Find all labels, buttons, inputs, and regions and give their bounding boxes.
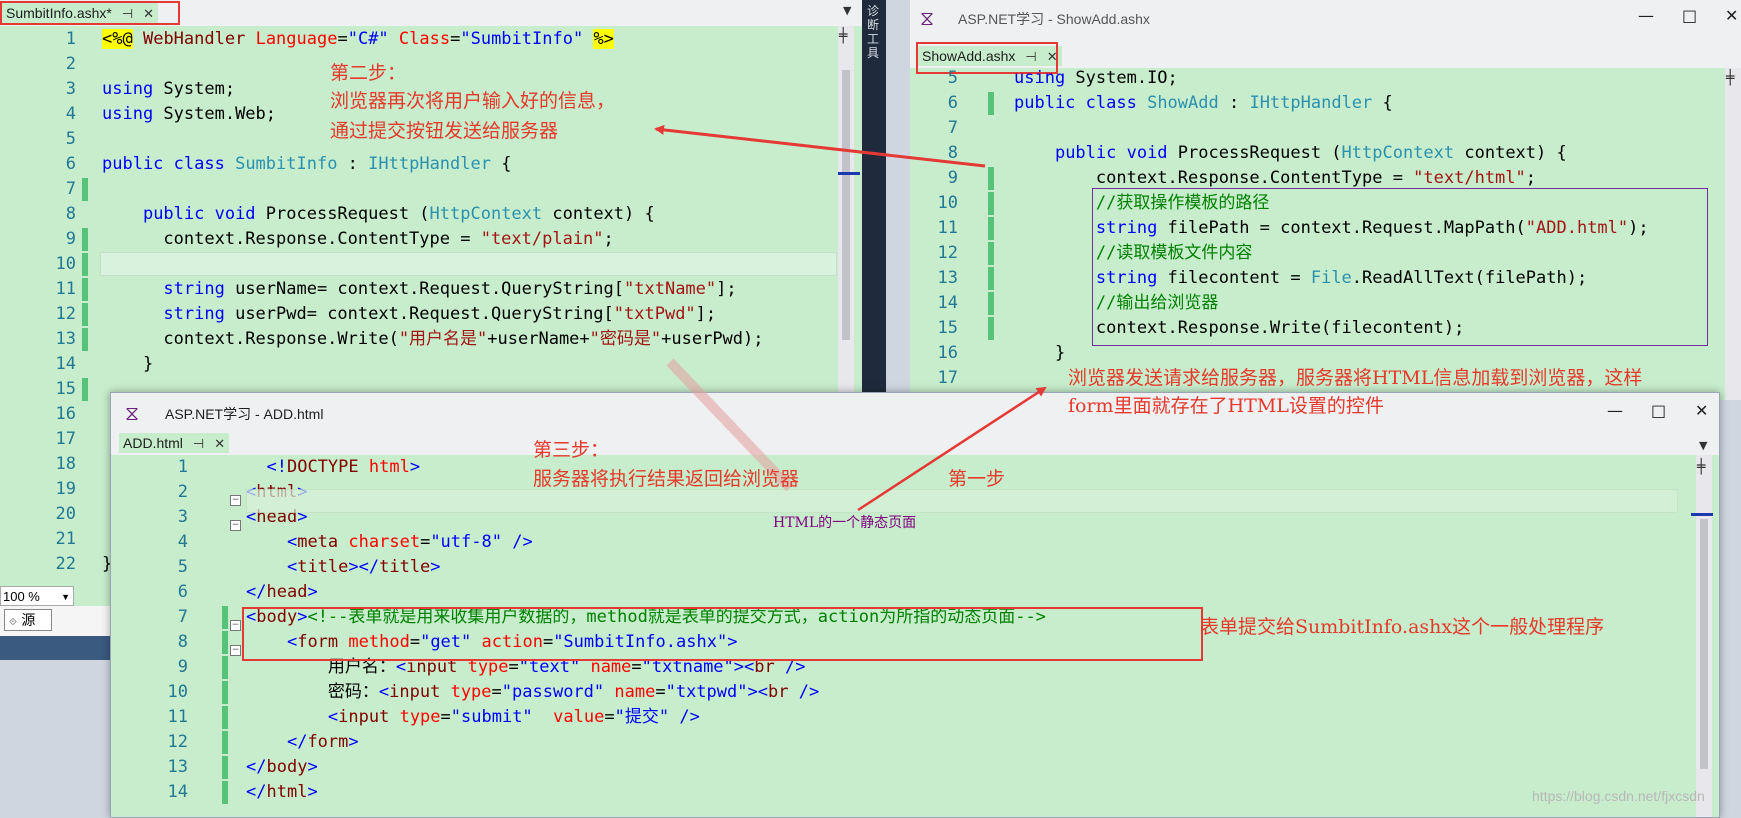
browser-note-line1: 浏览器发送请求给服务器，服务器将HTML信息加载到浏览器，这样 [1068, 367, 1643, 389]
form-submit-note: 表单提交给SumbitInfo.ashx这个一般处理程序 [1200, 616, 1605, 638]
step1-label: 第一步 [948, 468, 1006, 490]
browser-note-line2: form里面就存在了HTML设置的控件 [1068, 395, 1384, 417]
watermark: https://blog.csdn.net/fjxcsdn [1532, 788, 1705, 804]
step2-text-line2: 通过提交按钮发送给服务器 [330, 120, 559, 142]
step3-title: 第三步： [533, 439, 610, 461]
step2-text-line1: 浏览器再次将用户输入好的信息， [330, 90, 616, 112]
annotation-arrows [654, 124, 1047, 512]
arrow-step2 [654, 124, 986, 168]
step2-title: 第二步： [330, 62, 407, 84]
static-page-note: HTML的一个静态页面 [773, 515, 917, 531]
arrow-step1 [857, 386, 1047, 512]
step3-text: 服务器将执行结果返回给浏览器 [533, 468, 800, 490]
